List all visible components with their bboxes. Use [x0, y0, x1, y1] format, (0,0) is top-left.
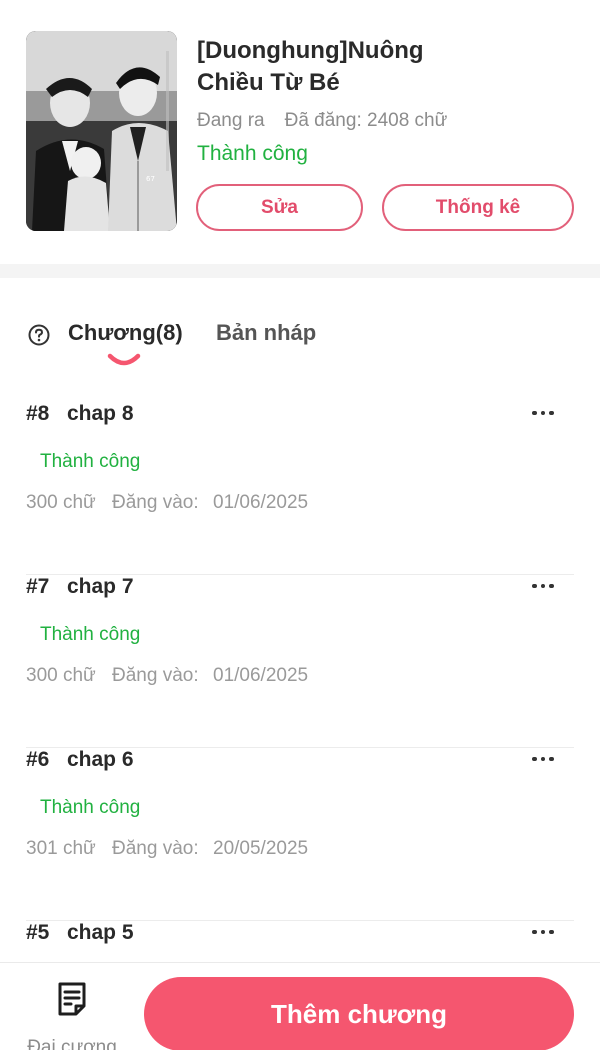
add-chapter-button[interactable]: Thêm chương	[144, 977, 574, 1050]
chapter-title: chap 5	[67, 921, 134, 944]
outline-document-icon	[58, 982, 86, 1016]
chapter-word-count: 301 chữ	[26, 838, 96, 859]
chapter-word-count: 300 chữ	[26, 492, 96, 513]
chapter-date-label: Đăng vào:	[112, 492, 199, 513]
more-options-icon[interactable]	[530, 744, 556, 774]
chapter-date: 20/05/2025	[213, 838, 309, 859]
chapter-title: chap 7	[67, 575, 134, 598]
chapter-date: 01/06/2025	[213, 492, 309, 513]
cover-watermark: 67	[146, 175, 155, 183]
cover-photo: 67	[26, 31, 177, 231]
chapter-number: #8	[26, 402, 50, 425]
chapter-item[interactable]: #8 chap 8 Thành công 300 chữ Đăng vào: 0…	[26, 402, 574, 575]
tab-drafts[interactable]: Bản nháp	[216, 320, 316, 346]
chapter-word-count: 300 chữ	[26, 665, 96, 686]
chapter-item[interactable]: #7 chap 7 Thành công 300 chữ Đăng vào: 0…	[26, 575, 574, 748]
book-header: 67 [Duonghung]Nuông Chiều Từ Bé Đang ra Đ…	[0, 0, 600, 264]
edit-button[interactable]: Sửa	[196, 184, 363, 231]
book-title-line-1: [Duonghung]Nuông	[197, 37, 424, 64]
more-options-icon[interactable]	[530, 917, 556, 947]
book-title: [Duonghung]Nuông Chiều Từ Bé	[197, 35, 577, 99]
book-cover-image[interactable]: 67	[26, 31, 177, 231]
chapter-tabs: Chương(8) Bản nháp	[0, 300, 600, 380]
chapter-date-label: Đăng vào:	[112, 665, 199, 686]
active-tab-indicator	[107, 353, 141, 366]
chapter-title: chap 8	[67, 402, 134, 425]
stats-button[interactable]: Thống kê	[382, 184, 574, 231]
bottom-action-bar: Đại cương Thêm chương	[0, 962, 600, 1050]
book-title-line-2: Chiều Từ Bé	[197, 69, 340, 96]
chapter-title: chap 6	[67, 748, 134, 771]
book-meta: Đang ra Đã đăng: 2408 chữ	[197, 110, 447, 132]
more-options-icon[interactable]	[530, 398, 556, 428]
section-divider	[0, 264, 600, 278]
help-icon[interactable]	[28, 324, 50, 346]
chapter-date-label: Đăng vào:	[112, 838, 199, 859]
outline-label: Đại cương	[27, 1037, 117, 1050]
book-word-count: Đã đăng: 2408 chữ	[284, 110, 448, 131]
tab-chapters[interactable]: Chương(8)	[68, 320, 183, 346]
chapter-date: 01/06/2025	[213, 665, 309, 686]
book-status: Thành công	[197, 142, 308, 165]
chapter-number: #5	[26, 921, 50, 944]
chapter-number: #6	[26, 748, 50, 771]
chapter-status: Thành công	[40, 797, 141, 818]
chapter-item[interactable]: #6 chap 6 Thành công 301 chữ Đăng vào: 2…	[26, 748, 574, 921]
more-options-icon[interactable]	[530, 571, 556, 601]
outline-button[interactable]: Đại cương	[20, 975, 124, 1050]
book-state: Đang ra	[197, 110, 265, 131]
chapter-status: Thành công	[40, 624, 141, 645]
chapter-status: Thành công	[40, 451, 141, 472]
chapter-number: #7	[26, 575, 50, 598]
